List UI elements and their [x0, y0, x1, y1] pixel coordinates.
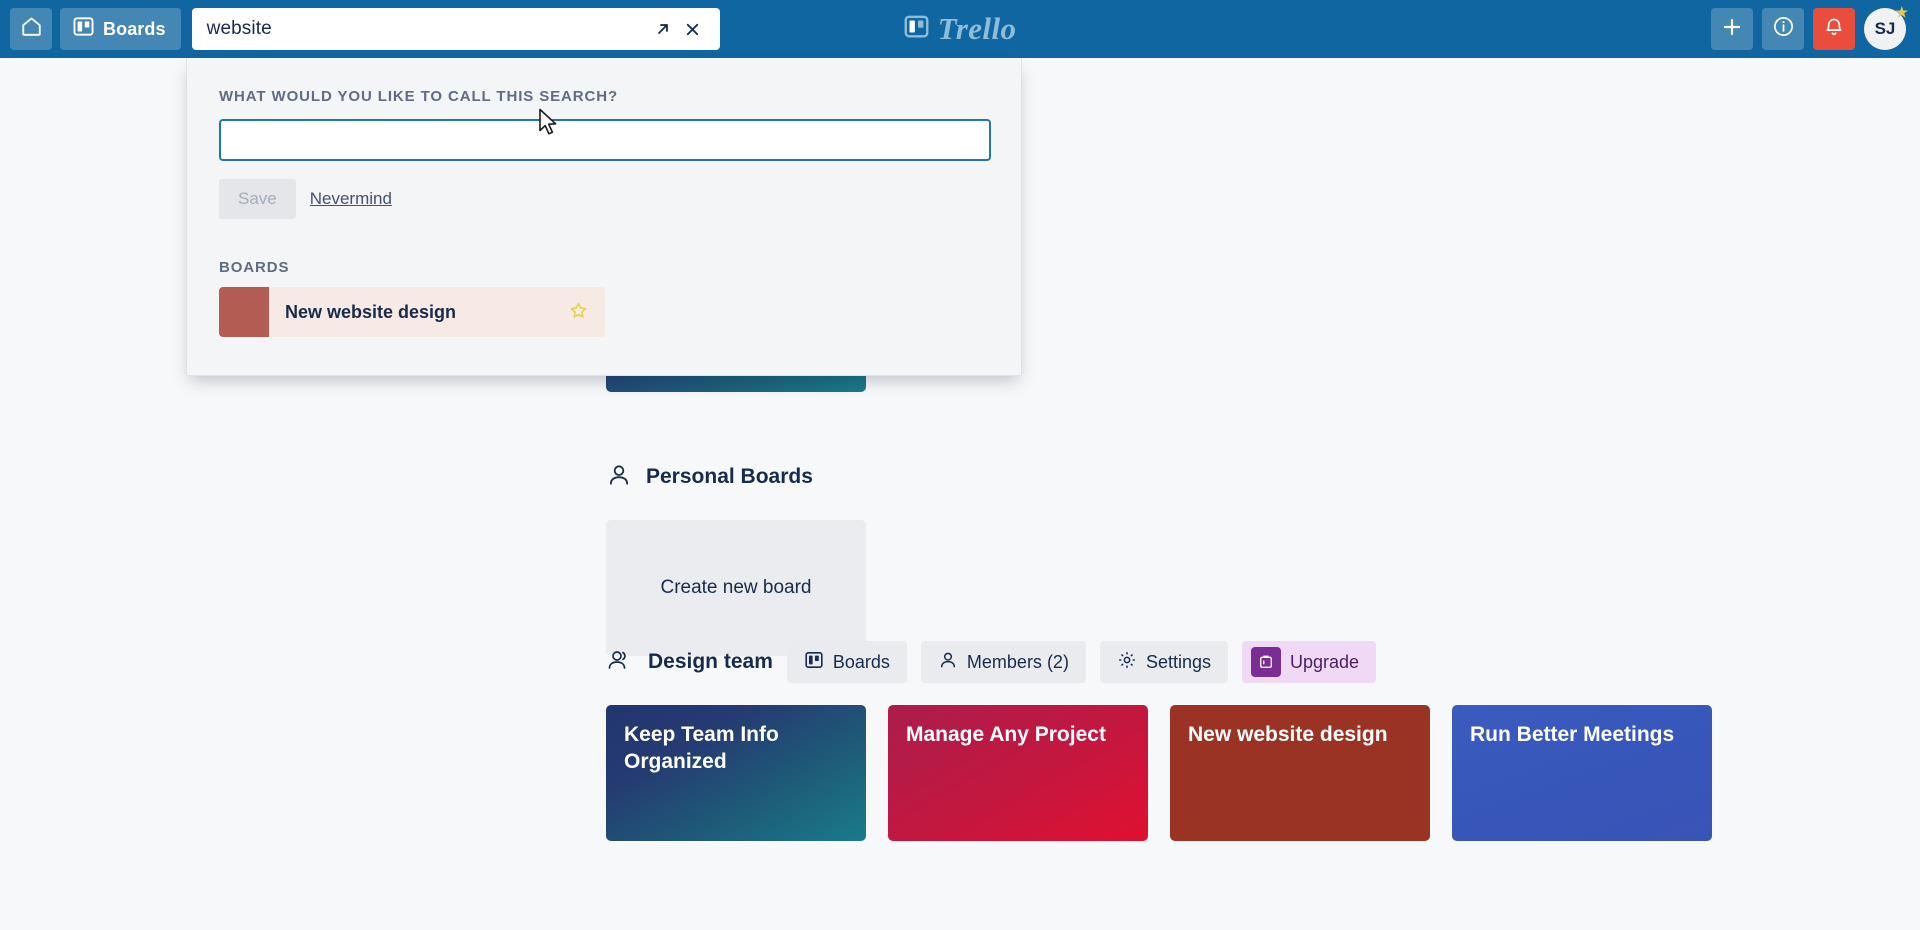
people-icon — [606, 647, 634, 678]
home-button[interactable] — [10, 8, 52, 50]
search-name-input[interactable] — [219, 119, 991, 161]
star-icon[interactable] — [569, 301, 605, 324]
upgrade-button-label: Upgrade — [1290, 652, 1359, 673]
boards-nav-button[interactable]: Boards — [60, 8, 181, 50]
save-search-prompt: WHAT WOULD YOU LIKE TO CALL THIS SEARCH? — [219, 88, 989, 105]
boards-results-heading: BOARDS — [219, 259, 989, 276]
design-team-header: Design team Boards — [606, 641, 1712, 683]
search-input[interactable]: website — [207, 18, 648, 40]
board-tile[interactable]: Manage Any Project — [888, 705, 1148, 841]
search-result-board[interactable]: New website design — [219, 287, 605, 337]
board-tile[interactable]: Run Better Meetings — [1452, 705, 1712, 841]
home-icon — [20, 15, 43, 43]
board-tile[interactable]: New website design — [1170, 705, 1430, 841]
board-tile-title: Manage Any Project — [906, 723, 1106, 746]
trello-wordmark: Trello — [938, 11, 1017, 47]
personal-boards-title: Personal Boards — [646, 465, 813, 489]
board-icon — [804, 650, 824, 675]
boards-button-label: Boards — [833, 652, 890, 673]
board-tile[interactable]: Keep Team Info Organized — [606, 705, 866, 841]
save-button[interactable]: Save — [219, 179, 296, 219]
avatar-initials: SJ — [1875, 19, 1896, 39]
upgrade-button[interactable]: Upgrade — [1242, 641, 1376, 683]
board-tile-title: Keep Team Info Organized — [624, 723, 779, 773]
nevermind-link[interactable]: Nevermind — [310, 189, 392, 209]
members-button-label: Members (2) — [967, 652, 1069, 673]
search-container: website — [192, 8, 720, 50]
boards-nav-label: Boards — [103, 19, 166, 40]
bell-icon — [1823, 16, 1845, 43]
design-team-board-list: Keep Team Info Organized Manage Any Proj… — [606, 705, 1712, 841]
star-badge-icon: ★ — [1895, 5, 1908, 19]
board-icon — [73, 16, 94, 42]
add-button[interactable] — [1711, 8, 1753, 50]
trello-board-icon — [904, 14, 929, 44]
user-avatar[interactable]: SJ ★ — [1864, 8, 1906, 50]
create-new-board-label: Create new board — [660, 577, 811, 599]
settings-button[interactable]: Settings — [1100, 641, 1228, 683]
close-icon[interactable] — [678, 14, 708, 44]
save-search-actions: Save Nevermind — [219, 179, 989, 219]
search-result-board-name: New website design — [269, 302, 569, 323]
design-team-title: Design team — [648, 650, 773, 674]
boards-button[interactable]: Boards — [787, 641, 907, 683]
search-box[interactable]: website — [192, 8, 720, 50]
briefcase-icon — [1251, 647, 1281, 677]
gear-icon — [1117, 650, 1137, 675]
person-icon — [606, 462, 632, 493]
info-icon — [1772, 15, 1795, 43]
plus-icon — [1721, 16, 1743, 43]
header-actions: SJ ★ — [1711, 0, 1906, 58]
info-button[interactable] — [1762, 8, 1804, 50]
arrow-up-right-icon[interactable] — [648, 14, 678, 44]
settings-button-label: Settings — [1146, 652, 1211, 673]
members-button[interactable]: Members (2) — [921, 641, 1086, 683]
create-new-board-tile[interactable]: Create new board — [606, 520, 866, 656]
personal-boards-header: Personal Boards — [606, 456, 866, 498]
board-color-swatch — [219, 287, 269, 337]
notifications-button[interactable] — [1813, 8, 1855, 50]
search-dropdown-panel: WHAT WOULD YOU LIKE TO CALL THIS SEARCH?… — [186, 58, 1022, 376]
top-navigation-bar: Boards website Tre — [0, 0, 1920, 58]
board-tile-title: New website design — [1188, 723, 1388, 746]
person-icon — [938, 650, 958, 675]
board-tile-title: Run Better Meetings — [1470, 723, 1674, 746]
